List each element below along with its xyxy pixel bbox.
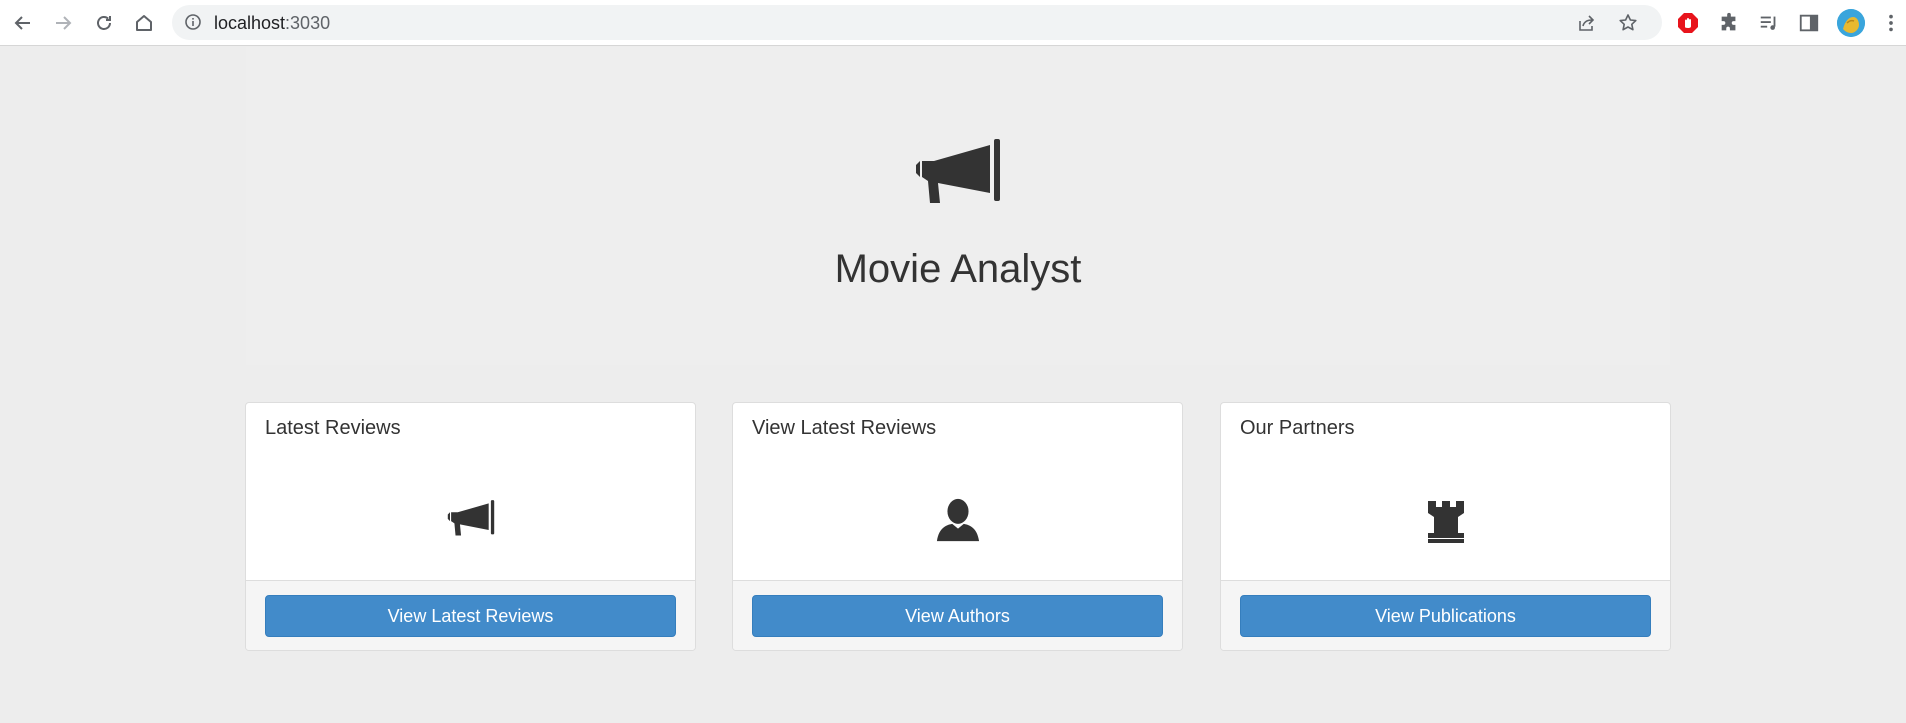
forward-button[interactable] bbox=[46, 6, 80, 40]
browser-toolbar: localhost:3030 bbox=[0, 0, 1906, 46]
panel-heading: Latest Reviews bbox=[265, 417, 401, 439]
home-button[interactable] bbox=[127, 6, 161, 40]
extensions-icon[interactable] bbox=[1717, 11, 1741, 35]
side-panel-icon[interactable] bbox=[1797, 11, 1821, 35]
view-publications-button[interactable]: View Publications bbox=[1240, 595, 1651, 637]
info-icon[interactable] bbox=[184, 13, 202, 31]
adblock-icon[interactable] bbox=[1676, 11, 1700, 35]
media-queue-icon[interactable] bbox=[1757, 11, 1781, 35]
url-port: :3030 bbox=[285, 13, 331, 33]
menu-kebab-icon[interactable] bbox=[1879, 11, 1903, 35]
view-authors-button[interactable]: View Authors bbox=[752, 595, 1163, 637]
panel-view-latest-reviews: View Latest Reviews View Authors bbox=[732, 402, 1183, 651]
panel-heading: Our Partners bbox=[1240, 417, 1355, 439]
back-button[interactable] bbox=[6, 6, 40, 40]
panel-latest-reviews: Latest Reviews View Latest Reviews bbox=[245, 402, 696, 651]
panel-footer: View Authors bbox=[733, 580, 1182, 650]
page-title: Movie Analyst bbox=[834, 247, 1082, 291]
bullhorn-icon bbox=[441, 495, 501, 545]
panel-heading: View Latest Reviews bbox=[752, 417, 937, 439]
back-icon bbox=[14, 16, 30, 30]
bookmark-star-icon[interactable] bbox=[1618, 13, 1638, 33]
panel-our-partners: Our Partners View Publications bbox=[1220, 402, 1671, 651]
address-bar[interactable]: localhost:3030 bbox=[172, 5, 1662, 40]
reload-icon bbox=[97, 16, 111, 30]
profile-avatar[interactable] bbox=[1837, 9, 1865, 37]
hero-section: Movie Analyst bbox=[246, 47, 1670, 365]
reload-button[interactable] bbox=[87, 6, 121, 40]
forward-icon bbox=[56, 16, 72, 30]
user-icon bbox=[928, 495, 988, 545]
home-icon bbox=[136, 15, 152, 31]
url-text: localhost:3030 bbox=[214, 13, 330, 34]
bullhorn-icon bbox=[916, 139, 1000, 203]
share-icon[interactable] bbox=[1577, 13, 1597, 33]
tower-icon bbox=[1416, 495, 1476, 545]
panel-footer: View Latest Reviews bbox=[246, 580, 695, 650]
url-host: localhost bbox=[214, 13, 286, 33]
view-latest-reviews-button[interactable]: View Latest Reviews bbox=[265, 595, 676, 637]
panel-footer: View Publications bbox=[1221, 580, 1670, 650]
